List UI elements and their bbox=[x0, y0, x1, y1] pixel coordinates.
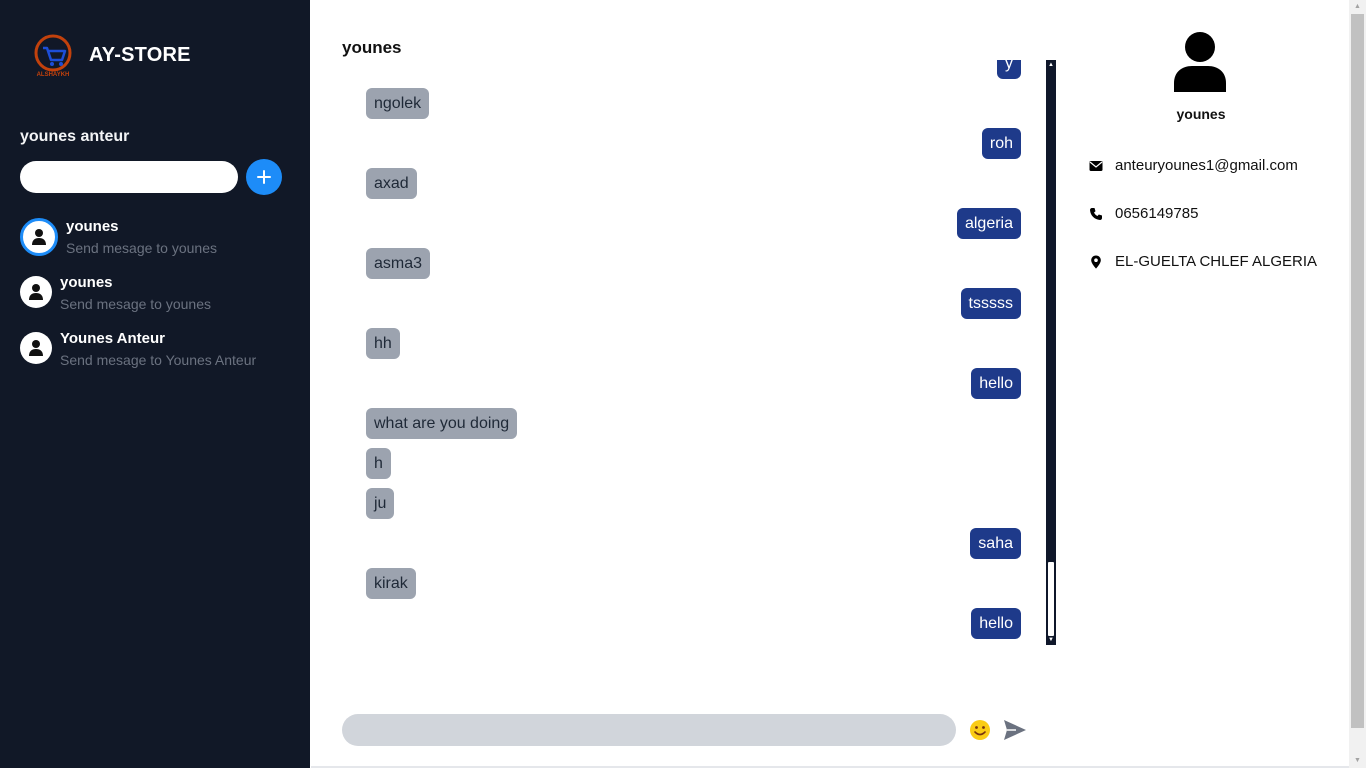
contact-name: younes bbox=[60, 274, 113, 291]
user-icon bbox=[32, 229, 46, 245]
phone-icon bbox=[1090, 207, 1102, 220]
message-row: kirak bbox=[366, 568, 1021, 599]
chat-title: younes bbox=[342, 38, 402, 57]
contact-list: younes Send mesage to younes younes Send… bbox=[20, 216, 300, 384]
brand-name: AY-STORE bbox=[89, 43, 191, 66]
contact-name: younes bbox=[66, 218, 119, 235]
outgoing-message-bubble[interactable]: saha bbox=[970, 528, 1021, 559]
mail-icon bbox=[1089, 160, 1103, 171]
outgoing-message-bubble[interactable]: tsssss bbox=[960, 288, 1021, 319]
user-icon bbox=[29, 284, 43, 300]
store-logo-icon: ALSHAYKH bbox=[34, 34, 72, 78]
page-scroll-down-icon[interactable]: ▼ bbox=[1353, 757, 1362, 765]
message-input[interactable] bbox=[342, 714, 956, 746]
message-row: axad bbox=[366, 168, 1021, 199]
incoming-message-bubble[interactable]: ngolek bbox=[366, 88, 430, 119]
scroll-up-arrow-icon[interactable]: ▲ bbox=[1047, 61, 1055, 69]
avatar bbox=[20, 332, 52, 364]
message-scrollbar[interactable]: ▲ ▼ bbox=[1046, 60, 1056, 645]
contact-subtitle: Send mesage to Younes Anteur bbox=[60, 352, 257, 368]
add-contact-button[interactable] bbox=[246, 159, 282, 195]
svg-text:ALSHAYKH: ALSHAYKH bbox=[37, 72, 70, 78]
incoming-message-bubble[interactable]: h bbox=[366, 448, 391, 479]
message-row: asma3 bbox=[366, 248, 1021, 279]
outgoing-message-bubble[interactable]: hello bbox=[971, 368, 1021, 399]
profile-avatar-icon bbox=[1174, 32, 1226, 92]
app-window: ALSHAYKH AY-STORE younes anteur younes S… bbox=[0, 0, 1366, 768]
page-scrollbar[interactable]: ▲ ▼ bbox=[1349, 0, 1366, 768]
message-row: ngolek bbox=[366, 88, 1021, 119]
message-row: what are you doing bbox=[366, 408, 1021, 439]
plus-icon bbox=[257, 170, 271, 184]
search-input[interactable] bbox=[20, 161, 238, 193]
message-list[interactable]: y ngolek roh axad algeria asma3 tsssss hh hello w… bbox=[342, 60, 1056, 643]
send-icon[interactable] bbox=[1003, 719, 1027, 741]
scrollbar-thumb[interactable] bbox=[1048, 562, 1054, 636]
profile-phone-row: 0656149785 bbox=[1089, 205, 1198, 222]
incoming-message-bubble[interactable]: what are you doing bbox=[366, 408, 518, 439]
profile-phone: 0656149785 bbox=[1115, 205, 1199, 222]
brand[interactable]: ALSHAYKH AY-STORE bbox=[30, 32, 191, 78]
message-row: y bbox=[366, 60, 1021, 79]
page-scrollbar-thumb[interactable] bbox=[1351, 14, 1364, 728]
message-row: roh bbox=[366, 128, 1021, 159]
sidebar: ALSHAYKH AY-STORE younes anteur younes S… bbox=[0, 0, 310, 768]
message-row: hh bbox=[366, 328, 1021, 359]
message-row: tsssss bbox=[366, 288, 1021, 319]
emoji-icon[interactable] bbox=[969, 719, 991, 741]
avatar bbox=[20, 276, 52, 308]
avatar bbox=[20, 218, 58, 256]
incoming-message-bubble[interactable]: asma3 bbox=[366, 248, 431, 279]
contact-subtitle: Send mesage to younes bbox=[60, 296, 211, 312]
outgoing-message-bubble[interactable]: roh bbox=[981, 128, 1021, 159]
message-row: h bbox=[366, 448, 1021, 479]
message-row: hello bbox=[366, 368, 1021, 399]
scroll-down-arrow-icon[interactable]: ▼ bbox=[1047, 636, 1055, 644]
user-icon bbox=[29, 340, 43, 356]
incoming-message-bubble[interactable]: axad bbox=[366, 168, 417, 199]
message-row: hello bbox=[366, 608, 1021, 639]
current-user-name: younes anteur bbox=[20, 128, 130, 145]
outgoing-message-bubble[interactable]: algeria bbox=[956, 208, 1021, 239]
page-scroll-up-icon[interactable]: ▲ bbox=[1353, 3, 1362, 11]
profile-email: anteuryounes1@gmail.com bbox=[1115, 157, 1298, 174]
profile-address: EL-GUELTA CHLEF ALGERIA bbox=[1115, 253, 1318, 270]
contact-item[interactable]: younes Send mesage to younes bbox=[20, 216, 300, 272]
incoming-message-bubble[interactable]: ju bbox=[366, 488, 395, 519]
message-row: saha bbox=[366, 528, 1021, 559]
incoming-message-bubble[interactable]: hh bbox=[366, 328, 400, 359]
contact-name: Younes Anteur bbox=[60, 330, 166, 347]
message-row: algeria bbox=[366, 208, 1021, 239]
message-row: ju bbox=[366, 488, 1021, 519]
location-pin-icon bbox=[1091, 255, 1101, 268]
contact-item[interactable]: Younes Anteur Send mesage to Younes Ante… bbox=[20, 328, 300, 384]
contact-subtitle: Send mesage to younes bbox=[66, 240, 217, 256]
profile-email-row: anteuryounes1@gmail.com bbox=[1089, 157, 1298, 174]
chat-panel: younes y ngolek roh axad algeria asma3 tsssss h… bbox=[311, 2, 1348, 766]
outgoing-message-bubble[interactable]: y bbox=[997, 60, 1021, 79]
incoming-message-bubble[interactable]: kirak bbox=[366, 568, 416, 599]
profile-name: younes bbox=[1176, 106, 1226, 122]
outgoing-message-bubble[interactable]: hello bbox=[971, 608, 1021, 639]
profile-address-row: EL-GUELTA CHLEF ALGERIA bbox=[1089, 253, 1317, 270]
contact-item[interactable]: younes Send mesage to younes bbox=[20, 272, 300, 328]
